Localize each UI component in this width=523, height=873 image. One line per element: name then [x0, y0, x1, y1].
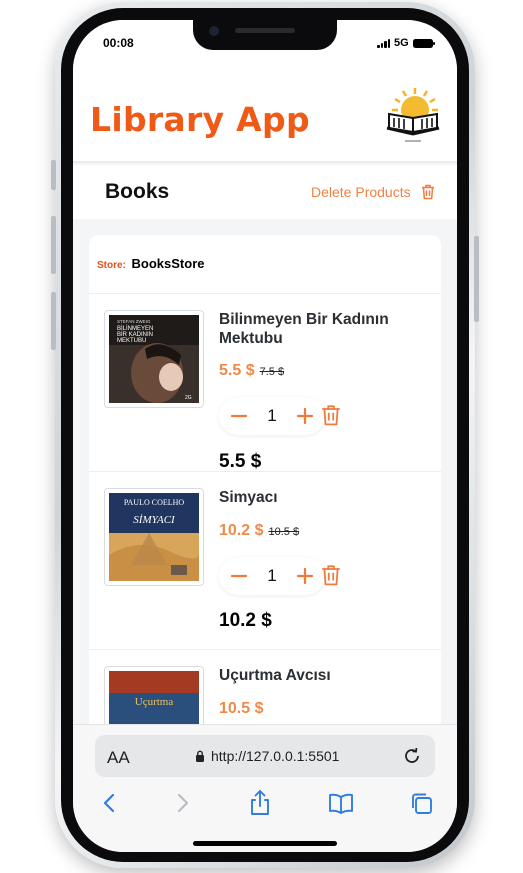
network-type: 5G: [394, 37, 409, 49]
delete-products-label: Delete Products: [311, 184, 411, 200]
product-name: Uçurtma Avcısı: [219, 667, 331, 684]
minus-icon: [230, 574, 248, 578]
price-row: 5.5 $ 7.5 $: [219, 362, 284, 380]
tabs-button[interactable]: [409, 789, 435, 817]
book-cover-image: Uçurtma: [104, 666, 204, 724]
decrease-button[interactable]: [229, 406, 249, 426]
address-bar[interactable]: AA http://127.0.0.1:5501: [95, 735, 435, 777]
price-row: 10.5 $: [219, 700, 263, 718]
app-header: Library App: [73, 70, 457, 163]
svg-text:2G: 2G: [185, 395, 192, 401]
chevron-left-icon: [103, 793, 115, 813]
cover-title: Uçurtma: [135, 696, 174, 708]
device-mockup: 00:08 5G Library App Books Delete Produc…: [0, 0, 523, 873]
browser-nav: [73, 789, 457, 825]
decrease-button[interactable]: [229, 566, 249, 586]
product-old-price: 10.5 $: [268, 526, 300, 538]
plus-icon: [296, 407, 314, 425]
lock-icon: [196, 750, 204, 762]
store-label: Store:: [97, 260, 126, 271]
store-row: Store: BooksStore: [89, 235, 441, 294]
text-size-button[interactable]: AA: [107, 748, 130, 768]
phone-screen: 00:08 5G Library App Books Delete Produc…: [73, 20, 457, 852]
section-title: Books: [105, 180, 170, 203]
url-display[interactable]: http://127.0.0.1:5501: [195, 748, 339, 764]
product-item: PAULO COELHO SİMYACI Simyacı 10.2 $ 10.5…: [89, 472, 441, 650]
increase-button[interactable]: [295, 566, 315, 586]
cart-content[interactable]: Store: BooksStore STEFAN ZWEIG BİLİNMEYE…: [73, 219, 457, 724]
book-icon: [329, 793, 353, 814]
bookmarks-button[interactable]: [328, 789, 354, 817]
product-old-price: 7.5 $: [259, 366, 285, 378]
store-name: BooksStore: [131, 256, 205, 271]
trash-icon: [421, 184, 434, 200]
product-item: Uçurtma Uçurtma Avcısı 10.5 $: [89, 650, 441, 724]
reload-icon[interactable]: [401, 745, 423, 767]
quantity-stepper: 1: [219, 557, 325, 595]
forward-button[interactable]: [169, 789, 195, 817]
battery-icon: [412, 38, 435, 48]
volume-up-button: [51, 216, 56, 274]
svg-text:MEKTUBU: MEKTUBU: [117, 338, 146, 344]
power-button: [474, 236, 479, 322]
delete-products-button[interactable]: Delete Products: [311, 184, 435, 200]
book-cover-image: STEFAN ZWEIG BİLİNMEYEN BİR KADININ MEKT…: [104, 310, 204, 408]
text-size-label: AA: [107, 748, 130, 767]
status-indicators: 5G: [377, 37, 435, 49]
section-bar: Books Delete Products: [73, 165, 457, 219]
volume-down-button: [51, 292, 56, 350]
svg-text:BİR KADININ: BİR KADININ: [117, 331, 153, 338]
book-cover-image: PAULO COELHO SİMYACI: [104, 488, 204, 586]
url-text: http://127.0.0.1:5501: [211, 748, 340, 764]
home-indicator: [193, 841, 337, 846]
front-camera: [209, 26, 219, 36]
svg-text:BİLİNMEYEN: BİLİNMEYEN: [117, 325, 153, 332]
browser-toolbar: AA http://127.0.0.1:5501: [73, 724, 457, 852]
share-icon: [251, 790, 269, 815]
app-title: Library App: [90, 100, 310, 139]
chevron-right-icon: [177, 793, 189, 813]
earpiece-speaker: [235, 28, 295, 33]
quantity-value: 1: [267, 566, 277, 585]
notch: [193, 20, 337, 50]
product-price: 5.5 $: [219, 362, 255, 379]
quantity-value: 1: [267, 406, 277, 425]
cover-author: PAULO COELHO: [124, 498, 185, 507]
cover-title: SİMYACI: [133, 514, 176, 526]
product-name: Simyacı: [219, 489, 278, 506]
remove-item-button[interactable]: [321, 404, 341, 426]
signal-icon: [377, 38, 390, 48]
quantity-stepper: 1: [219, 397, 325, 435]
price-row: 10.2 $ 10.5 $: [219, 522, 299, 540]
product-price: 10.2 $: [219, 522, 264, 539]
plus-icon: [296, 567, 314, 585]
product-item: STEFAN ZWEIG BİLİNMEYEN BİR KADININ MEKT…: [89, 294, 441, 472]
mute-switch: [51, 160, 56, 190]
remove-item-button[interactable]: [321, 564, 341, 586]
minus-icon: [230, 414, 248, 418]
increase-button[interactable]: [295, 406, 315, 426]
tabs-icon: [412, 793, 432, 814]
share-button[interactable]: [247, 789, 273, 817]
product-total: 10.2 $: [219, 610, 272, 631]
status-time: 00:08: [103, 36, 134, 50]
product-price: 10.5 $: [219, 700, 264, 717]
store-card: Store: BooksStore STEFAN ZWEIG BİLİNMEYE…: [89, 235, 441, 724]
cover-author: STEFAN ZWEIG: [117, 319, 151, 324]
product-name: Bilinmeyen Bir Kadının Mektubu: [219, 311, 389, 347]
product-total: 5.5 $: [219, 451, 262, 472]
back-button[interactable]: [97, 789, 123, 817]
library-logo-icon: [386, 88, 440, 142]
